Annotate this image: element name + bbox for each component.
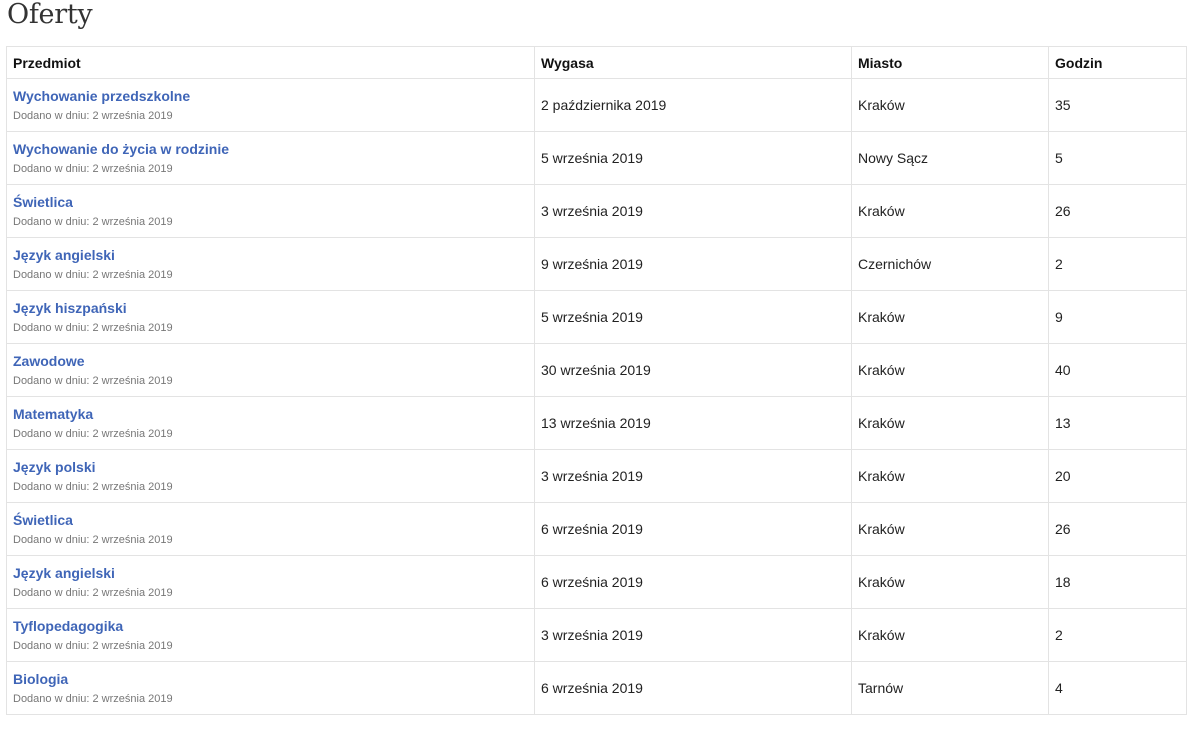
- cell-expires: 6 września 2019: [534, 555, 852, 609]
- offer-added-date: Dodano w dniu: 2 września 2019: [13, 428, 173, 440]
- offer-added-date: Dodano w dniu: 2 września 2019: [13, 375, 173, 387]
- cell-subject: Matematyka Dodano w dniu: 2 września 2019: [6, 396, 535, 450]
- cell-hours: 2: [1048, 608, 1187, 662]
- cell-subject: Świetlica Dodano w dniu: 2 września 2019: [6, 502, 535, 556]
- cell-city: Tarnów: [851, 661, 1049, 715]
- cell-hours: 26: [1048, 184, 1187, 238]
- cell-city: Kraków: [851, 555, 1049, 609]
- cell-hours: 2: [1048, 237, 1187, 291]
- offer-added-date: Dodano w dniu: 2 września 2019: [13, 110, 173, 122]
- cell-expires: 3 września 2019: [534, 184, 852, 238]
- column-header-city: Miasto: [851, 46, 1049, 79]
- page: Oferty Przedmiot Wygasa Miasto Godzin Wy…: [0, 0, 1193, 729]
- cell-hours: 40: [1048, 343, 1187, 397]
- cell-city: Nowy Sącz: [851, 131, 1049, 185]
- offer-added-date: Dodano w dniu: 2 września 2019: [13, 269, 173, 281]
- offer-subject-link[interactable]: Język hiszpański: [13, 299, 528, 317]
- cell-city: Kraków: [851, 396, 1049, 450]
- cell-expires: 6 września 2019: [534, 502, 852, 556]
- table-row: Świetlica Dodano w dniu: 2 września 2019 6…: [6, 502, 1187, 556]
- offer-subject-link[interactable]: Zawodowe: [13, 352, 528, 370]
- cell-city: Kraków: [851, 184, 1049, 238]
- cell-expires: 2 października 2019: [534, 78, 852, 132]
- cell-city: Kraków: [851, 608, 1049, 662]
- cell-expires: 5 września 2019: [534, 131, 852, 185]
- table-row: Matematyka Dodano w dniu: 2 września 2019…: [6, 396, 1187, 450]
- cell-hours: 35: [1048, 78, 1187, 132]
- table-row: Język polski Dodano w dniu: 2 września 20…: [6, 449, 1187, 503]
- offer-added-date: Dodano w dniu: 2 września 2019: [13, 322, 173, 334]
- offers-table-header: Przedmiot Wygasa Miasto Godzin: [6, 46, 1187, 79]
- table-row: Język hiszpański Dodano w dniu: 2 wrześni…: [6, 290, 1187, 344]
- offer-added-date: Dodano w dniu: 2 września 2019: [13, 216, 173, 228]
- cell-city: Kraków: [851, 343, 1049, 397]
- offer-added-date: Dodano w dniu: 2 września 2019: [13, 693, 173, 705]
- cell-subject: Zawodowe Dodano w dniu: 2 września 2019: [6, 343, 535, 397]
- offer-subject-link[interactable]: Wychowanie do życia w rodzinie: [13, 140, 528, 158]
- cell-subject: Wychowanie przedszkolne Dodano w dniu: 2 …: [6, 78, 535, 132]
- cell-hours: 18: [1048, 555, 1187, 609]
- table-row: Zawodowe Dodano w dniu: 2 września 2019 30…: [6, 343, 1187, 397]
- cell-subject: Tyflopedagogika Dodano w dniu: 2 września…: [6, 608, 535, 662]
- cell-hours: 9: [1048, 290, 1187, 344]
- offer-subject-link[interactable]: Świetlica: [13, 193, 528, 211]
- offers-table-body: Wychowanie przedszkolne Dodano w dniu: 2 …: [6, 78, 1187, 715]
- table-row: Wychowanie przedszkolne Dodano w dniu: 2 …: [6, 78, 1187, 132]
- offer-added-date: Dodano w dniu: 2 września 2019: [13, 481, 173, 493]
- cell-expires: 9 września 2019: [534, 237, 852, 291]
- cell-subject: Język polski Dodano w dniu: 2 września 20…: [6, 449, 535, 503]
- cell-subject: Język angielski Dodano w dniu: 2 września…: [6, 237, 535, 291]
- offer-added-date: Dodano w dniu: 2 września 2019: [13, 534, 173, 546]
- cell-city: Kraków: [851, 290, 1049, 344]
- offer-subject-link[interactable]: Biologia: [13, 670, 528, 688]
- offer-subject-link[interactable]: Język angielski: [13, 564, 528, 582]
- cell-subject: Język hiszpański Dodano w dniu: 2 wrześni…: [6, 290, 535, 344]
- table-row: Biologia Dodano w dniu: 2 września 2019 6 …: [6, 661, 1187, 715]
- cell-expires: 6 września 2019: [534, 661, 852, 715]
- cell-expires: 13 września 2019: [534, 396, 852, 450]
- cell-city: Kraków: [851, 502, 1049, 556]
- column-header-subject: Przedmiot: [6, 46, 535, 79]
- cell-hours: 4: [1048, 661, 1187, 715]
- cell-subject: Świetlica Dodano w dniu: 2 września 2019: [6, 184, 535, 238]
- offer-subject-link[interactable]: Świetlica: [13, 511, 528, 529]
- cell-hours: 5: [1048, 131, 1187, 185]
- cell-hours: 26: [1048, 502, 1187, 556]
- cell-expires: 3 września 2019: [534, 608, 852, 662]
- offer-added-date: Dodano w dniu: 2 września 2019: [13, 163, 173, 175]
- offer-subject-link[interactable]: Tyflopedagogika: [13, 617, 528, 635]
- offer-subject-link[interactable]: Język angielski: [13, 246, 528, 264]
- offer-subject-link[interactable]: Wychowanie przedszkolne: [13, 87, 528, 105]
- cell-city: Kraków: [851, 78, 1049, 132]
- offer-subject-link[interactable]: Język polski: [13, 458, 528, 476]
- offer-subject-link[interactable]: Matematyka: [13, 405, 528, 423]
- offer-added-date: Dodano w dniu: 2 września 2019: [13, 587, 173, 599]
- cell-subject: Język angielski Dodano w dniu: 2 września…: [6, 555, 535, 609]
- cell-city: Czernichów: [851, 237, 1049, 291]
- page-title: Oferty: [7, 0, 93, 30]
- cell-hours: 20: [1048, 449, 1187, 503]
- cell-subject: Biologia Dodano w dniu: 2 września 2019: [6, 661, 535, 715]
- cell-hours: 13: [1048, 396, 1187, 450]
- table-row: Świetlica Dodano w dniu: 2 września 2019 3…: [6, 184, 1187, 238]
- cell-expires: 5 września 2019: [534, 290, 852, 344]
- header-row: Przedmiot Wygasa Miasto Godzin: [6, 46, 1187, 79]
- table-row: Wychowanie do życia w rodzinie Dodano w d…: [6, 131, 1187, 185]
- column-header-hours: Godzin: [1048, 46, 1187, 79]
- cell-subject: Wychowanie do życia w rodzinie Dodano w d…: [6, 131, 535, 185]
- table-row: Język angielski Dodano w dniu: 2 września…: [6, 237, 1187, 291]
- table-row: Język angielski Dodano w dniu: 2 września…: [6, 555, 1187, 609]
- cell-expires: 30 września 2019: [534, 343, 852, 397]
- offer-added-date: Dodano w dniu: 2 września 2019: [13, 640, 173, 652]
- cell-expires: 3 września 2019: [534, 449, 852, 503]
- cell-city: Kraków: [851, 449, 1049, 503]
- table-row: Tyflopedagogika Dodano w dniu: 2 września…: [6, 608, 1187, 662]
- offers-table: Przedmiot Wygasa Miasto Godzin Wychowani…: [6, 46, 1187, 715]
- column-header-expires: Wygasa: [534, 46, 852, 79]
